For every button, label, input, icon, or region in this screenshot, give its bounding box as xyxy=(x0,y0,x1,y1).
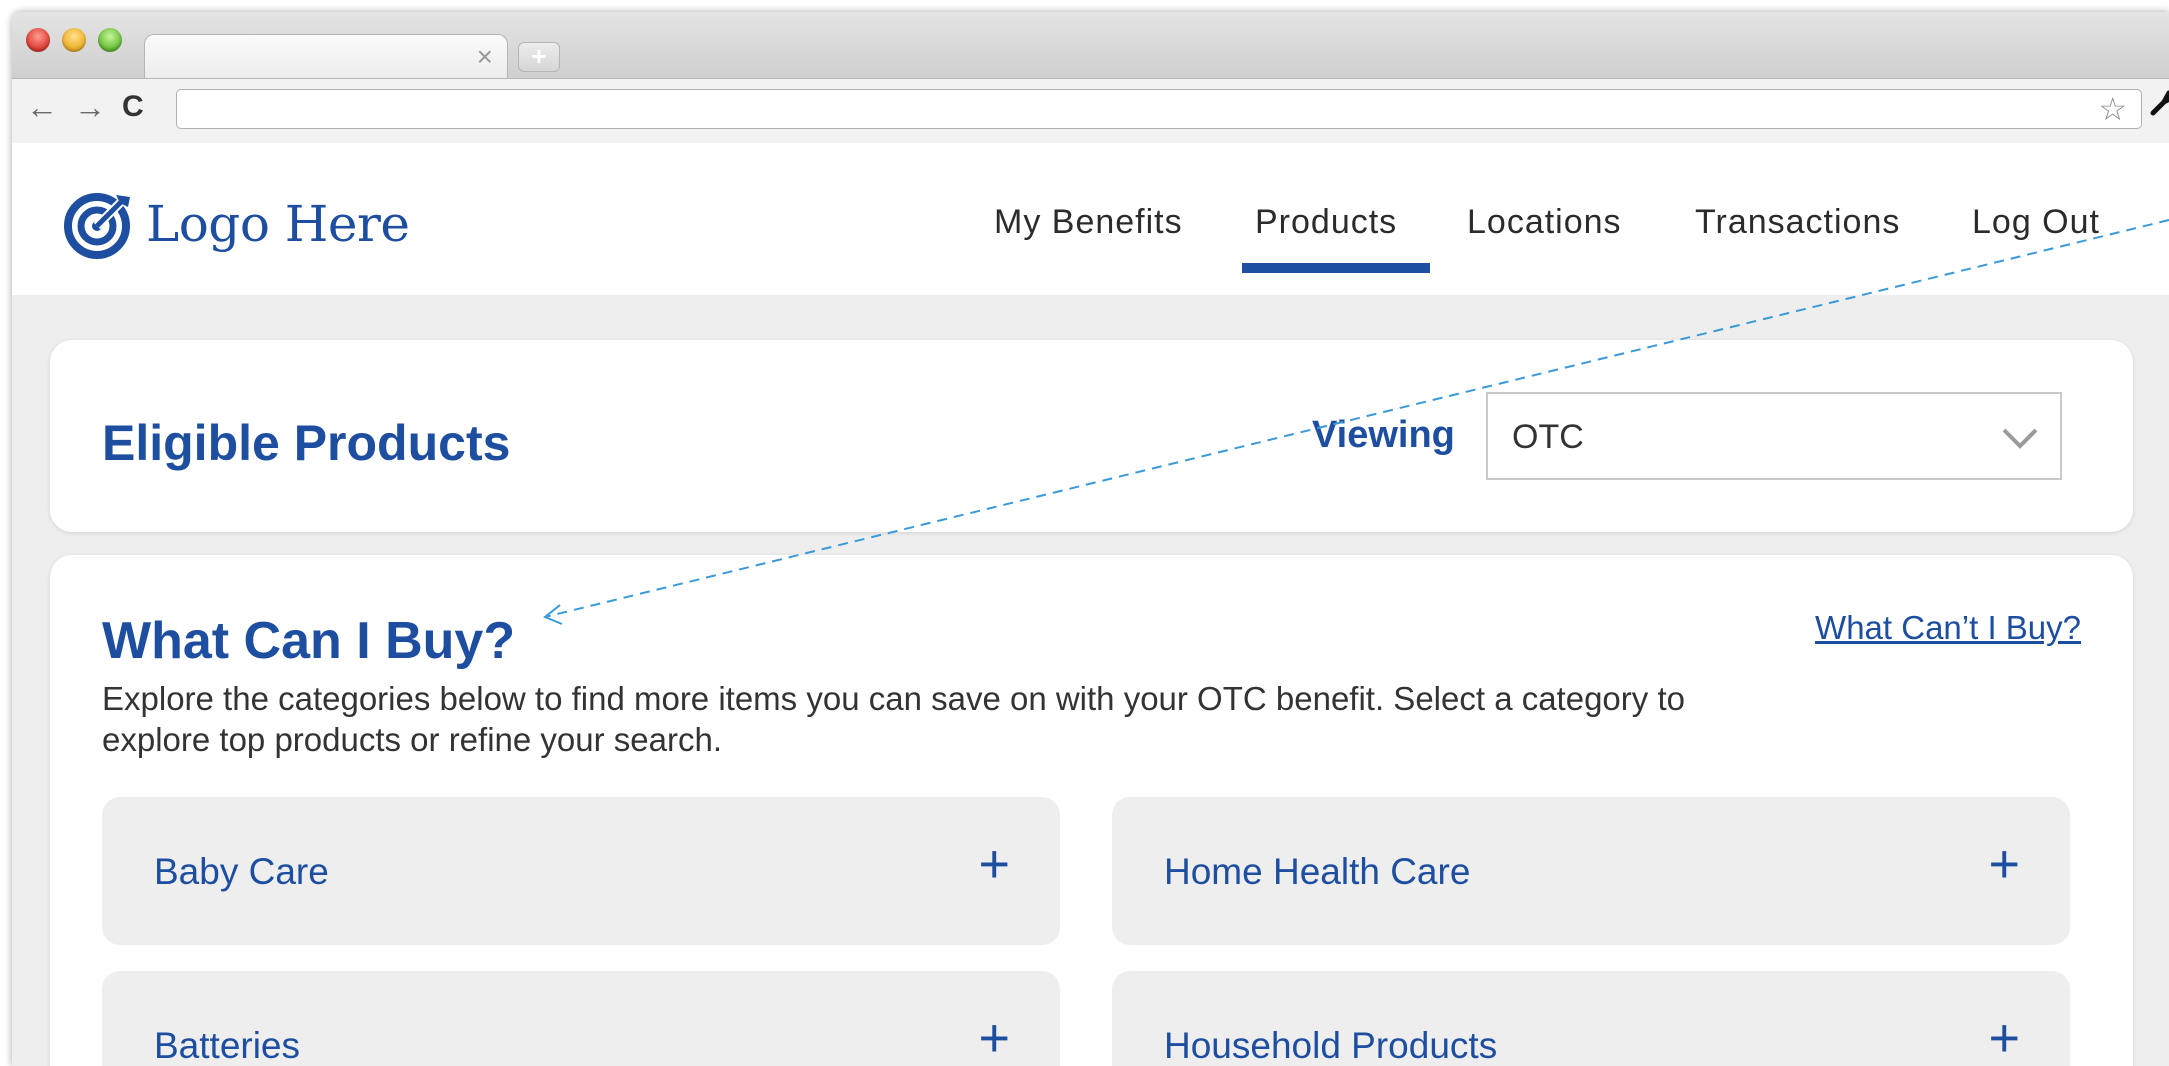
plus-icon: + xyxy=(1988,1008,2020,1066)
viewing-label: Viewing xyxy=(1312,414,1455,456)
chevron-down-icon xyxy=(2002,428,2038,449)
section-description: Explore the categories below to find mor… xyxy=(102,680,1685,758)
site-header: Logo Here My Benefits Products Locations… xyxy=(12,143,2169,295)
target-logo-icon xyxy=(64,193,130,259)
plus-icon: + xyxy=(978,834,1010,894)
eligible-products-card: Eligible Products Viewing OTC xyxy=(50,340,2133,532)
zoom-window-button[interactable] xyxy=(98,28,122,52)
active-nav-indicator xyxy=(1242,263,1430,273)
plus-icon: + xyxy=(978,1008,1010,1066)
what-cant-i-buy-link[interactable]: What Can’t I Buy? xyxy=(1815,609,2081,647)
minimize-window-button[interactable] xyxy=(62,28,86,52)
benefit-type-select[interactable]: OTC xyxy=(1486,392,2062,480)
forward-arrow-icon[interactable]: → xyxy=(74,89,106,126)
nav-log-out[interactable]: Log Out xyxy=(1972,203,2100,242)
new-tab-button[interactable]: + xyxy=(518,42,560,72)
nav-my-benefits[interactable]: My Benefits xyxy=(994,203,1183,242)
browser-tab[interactable]: × xyxy=(144,34,508,79)
bookmark-star-icon[interactable]: ☆ xyxy=(2098,90,2127,128)
logo-text: Logo Here xyxy=(146,195,410,253)
nav-locations[interactable]: Locations xyxy=(1467,203,1622,242)
page-content: Eligible Products Viewing OTC What Can I… xyxy=(12,295,2169,1066)
select-value: OTC xyxy=(1512,418,1584,456)
address-bar[interactable]: ☆ xyxy=(176,89,2142,129)
browser-toolbar: ← → C ☆ xyxy=(12,78,2169,144)
nav-products[interactable]: Products xyxy=(1255,203,1397,242)
category-baby-care[interactable]: Baby Care + xyxy=(102,797,1060,945)
reload-icon[interactable]: C xyxy=(122,90,144,124)
page-title: Eligible Products xyxy=(102,415,511,471)
wrench-icon[interactable] xyxy=(2149,87,2169,124)
browser-titlebar: × + xyxy=(12,12,2169,79)
browser-window: × + ← → C ☆ Logo Here My Benefits Produc… xyxy=(12,12,2169,1066)
close-window-button[interactable] xyxy=(26,28,50,52)
site-logo[interactable]: Logo Here xyxy=(64,189,410,259)
plus-icon: + xyxy=(1988,834,2020,894)
what-can-i-buy-card: What Can I Buy? What Can’t I Buy? Explor… xyxy=(50,555,2133,1066)
category-label: Household Products xyxy=(1164,1025,1498,1066)
back-arrow-icon[interactable]: ← xyxy=(26,89,58,126)
tab-close-icon[interactable]: × xyxy=(477,43,493,71)
category-label: Batteries xyxy=(154,1025,301,1066)
category-home-health-care[interactable]: Home Health Care + xyxy=(1112,797,2070,945)
category-label: Home Health Care xyxy=(1164,851,1471,892)
category-batteries[interactable]: Batteries + xyxy=(102,971,1060,1066)
nav-transactions[interactable]: Transactions xyxy=(1695,203,1900,242)
category-household-products[interactable]: Household Products + xyxy=(1112,971,2070,1066)
section-title: What Can I Buy? xyxy=(102,612,516,670)
category-label: Baby Care xyxy=(154,851,329,892)
